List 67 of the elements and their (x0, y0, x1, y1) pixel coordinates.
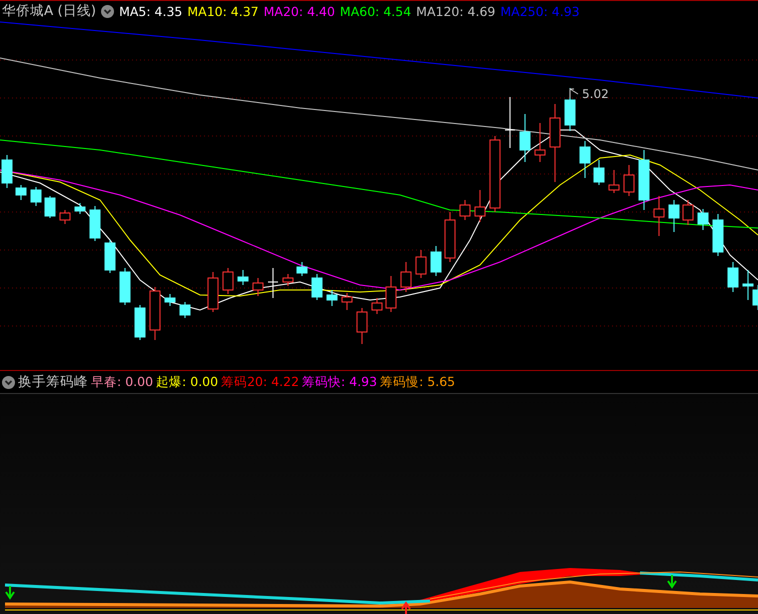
candlestick (534, 122, 546, 162)
moving-average-value: MA120: 4.69 (416, 4, 496, 18)
candlestick (312, 274, 322, 300)
candlestick (342, 292, 352, 310)
candlestick (164, 294, 176, 306)
candlestick (282, 274, 294, 286)
chevron-down-icon[interactable] (101, 4, 114, 18)
candlestick (134, 304, 146, 340)
candlestick (728, 262, 738, 292)
candlestick (372, 298, 382, 314)
candlestick (474, 190, 486, 222)
candlestick (654, 196, 664, 236)
candlestick (608, 170, 620, 194)
candlestick (296, 262, 308, 276)
candlestick (60, 210, 70, 224)
down-arrow-icon (5, 585, 15, 600)
candlestick (416, 250, 426, 278)
candlestick (682, 200, 694, 226)
peak-marker-line (570, 88, 578, 98)
candlestick (44, 196, 56, 218)
indicator-value: 早春: 0.00 (91, 374, 154, 390)
moving-average-value: MA20: 4.40 (264, 4, 335, 18)
indicator-title: 换手筹码峰 (18, 373, 88, 391)
candlestick (180, 302, 190, 318)
candlestick (222, 268, 234, 294)
candlestick (386, 276, 396, 312)
candlestick (594, 160, 604, 186)
candlestick (698, 208, 708, 230)
candlestick (668, 200, 680, 232)
candlestick (520, 114, 530, 162)
up-arrow-icon (401, 601, 411, 614)
candlestick (30, 186, 42, 206)
candlestick (444, 212, 456, 262)
candlestick (356, 308, 368, 344)
candlestick (504, 96, 516, 148)
candlestick (90, 206, 100, 242)
chevron-down-icon[interactable] (2, 376, 15, 388)
candlestick (16, 184, 26, 200)
candlestick (150, 286, 160, 340)
indicator-value: 筹码慢: 5.65 (380, 374, 456, 390)
moving-average-value: MA60: 4.54 (340, 4, 412, 18)
peak-price-label: 5.02 (582, 87, 609, 101)
candlestick (104, 240, 116, 274)
indicator-value: 起爆: 0.00 (156, 374, 218, 390)
candlestick (400, 262, 412, 292)
candlestick (460, 200, 470, 220)
moving-average-value: MA5: 4.35 (119, 4, 182, 18)
candlestick (580, 140, 590, 178)
candlestick (326, 290, 338, 306)
moving-average-value: MA250: 4.93 (500, 4, 580, 18)
candlestick (712, 214, 724, 256)
indicator-value: 筹码20: 4.22 (221, 374, 300, 390)
stock-title: 华侨城A (日线) (2, 2, 96, 20)
candlestick (2, 154, 12, 188)
candlestick (638, 150, 650, 210)
candlestick (268, 268, 278, 298)
candlestick (564, 88, 576, 132)
candlestick (74, 202, 86, 214)
indicator-value: 筹码快: 4.93 (302, 374, 378, 390)
candlestick (430, 246, 442, 276)
candlestick (238, 270, 248, 286)
candlestick (624, 164, 634, 196)
candlestick (120, 268, 130, 306)
down-arrow-icon (667, 574, 677, 589)
candlestick (208, 272, 218, 312)
candlestick (252, 278, 264, 296)
moving-average-value: MA10: 4.37 (187, 4, 259, 18)
